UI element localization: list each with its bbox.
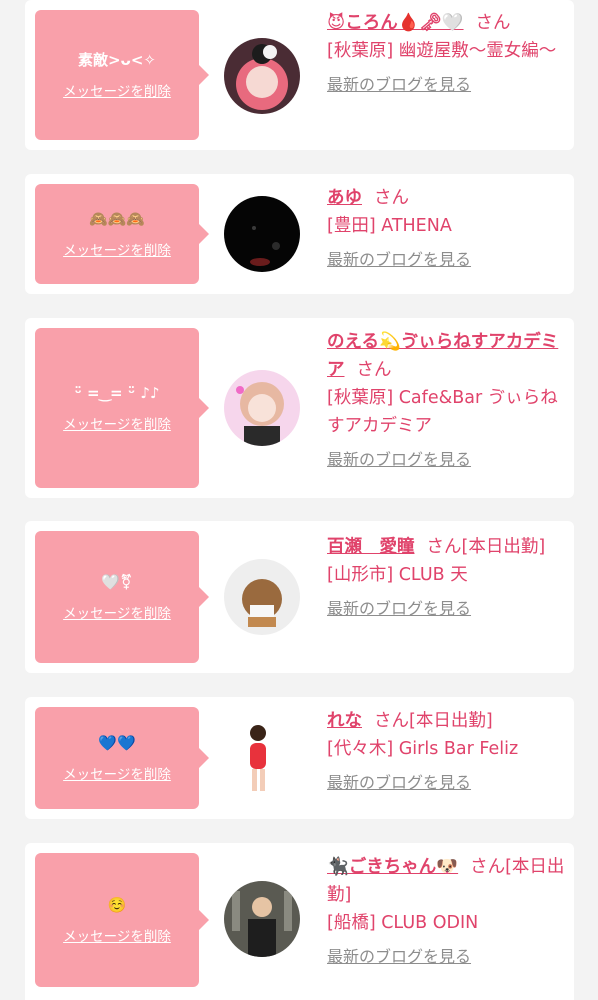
avatar[interactable] (224, 719, 300, 795)
shop-name: [船橋] CLUB ODIN (327, 913, 479, 933)
message-card: 🙈🙈🙈 メッセージを削除 あゆ さん [豊田] ATHENA 最新のブログを見る (25, 174, 574, 294)
shop-name: [秋葉原] 幽遊屋敷〜霊女編〜 (327, 41, 557, 61)
latest-blog-link[interactable]: 最新のブログを見る (327, 248, 471, 272)
latest-blog-link[interactable]: 最新のブログを見る (327, 771, 471, 795)
delete-message-link[interactable]: メッセージを削除 (63, 763, 171, 783)
profile-info: 百瀬 愛瞳 さん[本日出勤] [山形市] CLUB 天 最新のブログを見る (327, 533, 565, 621)
honorific: さん (470, 857, 506, 877)
profile-info: あゆ さん [豊田] ATHENA 最新のブログを見る (327, 184, 565, 272)
avatar[interactable] (224, 370, 300, 446)
profile-name-link[interactable]: 🐈‍⬛ごきちゃん🐶 (327, 857, 458, 877)
profile-info: 🐈‍⬛ごきちゃん🐶 さん[本日出勤] [船橋] CLUB ODIN 最新のブログを… (327, 853, 565, 969)
message-bubble: 🤍⚧ メッセージを削除 (35, 531, 209, 663)
message-text: 🙈🙈🙈 (88, 210, 146, 228)
honorific: さん (374, 188, 409, 208)
message-text: ᵕ̈ = ͜ = ᵕ̈ ♪♪ (74, 384, 160, 402)
profile-name-link[interactable]: 百瀬 愛瞳 (327, 537, 415, 557)
message-bubble: 素敵>ᴗ<✧ メッセージを削除 (35, 10, 209, 140)
shop-name: [山形市] CLUB 天 (327, 565, 468, 585)
honorific: さん (475, 13, 511, 33)
delete-message-link[interactable]: メッセージを削除 (63, 602, 171, 622)
message-bubble: ☺️ メッセージを削除 (35, 853, 209, 987)
honorific: さん (426, 537, 462, 557)
shop-name: [代々木] Girls Bar Feliz (327, 739, 519, 759)
work-status: [本日出勤] (409, 711, 493, 731)
avatar[interactable] (224, 38, 300, 114)
latest-blog-link[interactable]: 最新のブログを見る (327, 597, 471, 621)
honorific: さん (356, 360, 392, 380)
shop-name: [秋葉原] Cafe&Bar ゔぃらねすアカデミア (327, 388, 558, 436)
message-card: 素敵>ᴗ<✧ メッセージを削除 😈ころん🩸🗝🤍 さん [秋葉原] 幽遊屋敷〜霊女編… (25, 0, 574, 150)
message-card: ᵕ̈ = ͜ = ᵕ̈ ♪♪ メッセージを削除 のえる💫ゔぃらねすアカデミア さん… (25, 318, 574, 498)
profile-name-link[interactable]: 😈ころん🩸🗝🤍 (327, 13, 464, 33)
message-bubble: ᵕ̈ = ͜ = ᵕ̈ ♪♪ メッセージを削除 (35, 328, 209, 488)
message-bubble: 💙💙 メッセージを削除 (35, 707, 209, 809)
avatar[interactable] (224, 196, 300, 272)
shop-name: [豊田] ATHENA (327, 216, 452, 236)
message-card: ☺️ メッセージを削除 🐈‍⬛ごきちゃん🐶 さん[本日出勤] [船橋] CLUB … (25, 843, 574, 1000)
message-text: 🤍⚧ (101, 573, 133, 591)
message-card: 💙💙 メッセージを削除 れな さん[本日出勤] [代々木] Girls Bar F… (25, 697, 574, 819)
profile-name-link[interactable]: れな (327, 711, 362, 731)
latest-blog-link[interactable]: 最新のブログを見る (327, 73, 471, 97)
profile-info: のえる💫ゔぃらねすアカデミア さん [秋葉原] Cafe&Bar ゔぃらねすアカデ… (327, 328, 565, 472)
avatar[interactable] (224, 881, 300, 957)
profile-name-link[interactable]: あゆ (327, 188, 362, 208)
work-status: [本日出勤] (461, 537, 546, 557)
delete-message-link[interactable]: メッセージを削除 (63, 413, 171, 433)
message-card: 🤍⚧ メッセージを削除 百瀬 愛瞳 さん[本日出勤] [山形市] CLUB 天 最… (25, 521, 574, 673)
honorific: さん (374, 711, 409, 731)
profile-info: れな さん[本日出勤] [代々木] Girls Bar Feliz 最新のブログを… (327, 707, 565, 795)
latest-blog-link[interactable]: 最新のブログを見る (327, 945, 471, 969)
latest-blog-link[interactable]: 最新のブログを見る (327, 448, 471, 472)
delete-message-link[interactable]: メッセージを削除 (63, 239, 171, 259)
message-bubble: 🙈🙈🙈 メッセージを削除 (35, 184, 209, 284)
message-text: 💙💙 (98, 734, 136, 752)
message-text: ☺️ (107, 896, 127, 914)
message-text: 素敵>ᴗ<✧ (77, 51, 156, 69)
profile-info: 😈ころん🩸🗝🤍 さん [秋葉原] 幽遊屋敷〜霊女編〜 最新のブログを見る (327, 9, 565, 97)
avatar[interactable] (224, 559, 300, 635)
delete-message-link[interactable]: メッセージを削除 (63, 925, 171, 945)
delete-message-link[interactable]: メッセージを削除 (63, 80, 171, 100)
